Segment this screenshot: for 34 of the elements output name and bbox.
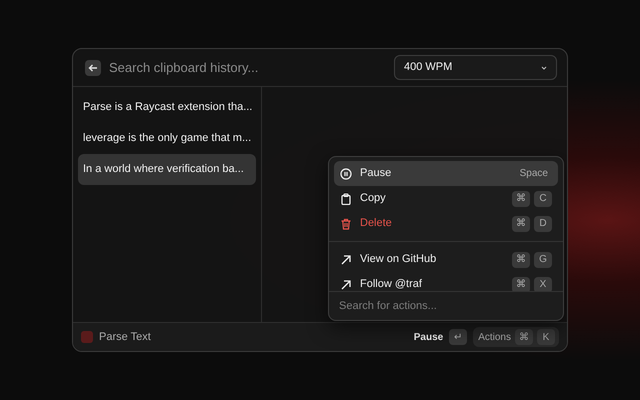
pause-icon — [340, 168, 352, 180]
app-icon — [81, 331, 93, 343]
history-item[interactable]: In a world where verification ba... — [78, 154, 256, 185]
key-cap: ↵ — [449, 329, 468, 345]
menu-item[interactable]: Pause Space — [334, 161, 558, 186]
menu-item[interactable]: Copy ⌘ C — [334, 186, 558, 211]
key-cap: X — [534, 276, 552, 291]
key-cap: D — [534, 216, 552, 232]
key-cap: G — [534, 252, 552, 268]
history-item[interactable]: Parse is a Raycast extension tha... — [78, 92, 256, 123]
arrow-up-right-icon — [340, 278, 352, 290]
key-cap: ⌘ — [512, 276, 530, 291]
key-cap: ⌘ — [515, 329, 533, 345]
menu-item[interactable]: Delete ⌘ D — [334, 211, 558, 236]
key-cap: ⌘ — [512, 190, 530, 206]
history-item[interactable]: leverage is the only game that m... — [78, 123, 256, 154]
primary-action-label: Pause — [414, 330, 444, 344]
actions-button[interactable]: Actions ⌘ K — [473, 327, 559, 347]
chevron-down-icon — [541, 66, 547, 70]
arrow-up-right-icon — [340, 254, 352, 266]
back-button[interactable] — [85, 60, 101, 76]
key-cap: K — [537, 329, 555, 345]
trash-icon — [340, 218, 352, 230]
arrow-left-icon — [88, 64, 98, 72]
menu-item[interactable]: View on GitHub ⌘ G — [334, 247, 558, 272]
extension-title: Parse Text — [99, 330, 151, 345]
key-cap: ⌘ — [512, 216, 530, 232]
key-cap: C — [534, 190, 552, 206]
key-cap: ⌘ — [512, 252, 530, 268]
action-search-field[interactable]: Search for actions... — [329, 291, 563, 320]
speed-dropdown[interactable]: 400 WPM — [394, 55, 557, 80]
search-field[interactable]: Search clipboard history... — [107, 56, 388, 78]
clipboard-icon — [340, 192, 352, 204]
menu-item[interactable]: Follow @traf ⌘ X — [334, 272, 558, 291]
